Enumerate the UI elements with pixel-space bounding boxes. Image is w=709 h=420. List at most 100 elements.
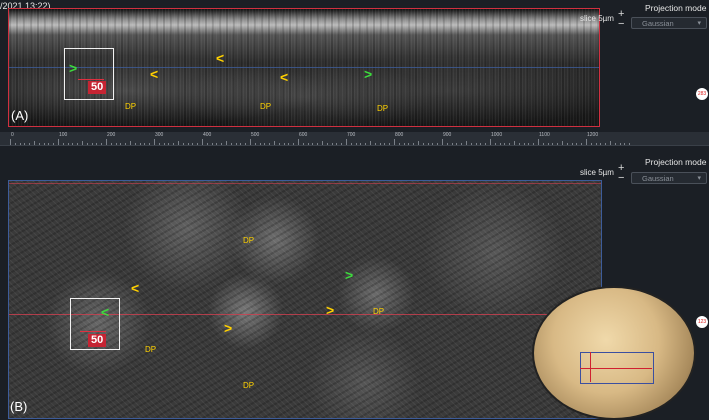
slice-index-badge[interactable]: 123: [696, 316, 708, 328]
projection-mode-value: Gaussian: [642, 19, 674, 28]
ruler-tick: [370, 141, 371, 145]
ruler-tick: [610, 141, 611, 145]
projection-mode-dropdown[interactable]: Gaussian ▾: [631, 172, 707, 184]
ruler-tick: [365, 143, 367, 145]
slice-decrease-button[interactable]: −: [618, 19, 624, 30]
scale-bar: [78, 79, 104, 80]
scan-horizontal-line: [580, 368, 652, 369]
ruler-tick: [322, 141, 323, 145]
ruler-tick: [523, 143, 525, 145]
chevron-down-icon: ▾: [697, 175, 701, 182]
ruler-tick: [586, 139, 587, 145]
ruler-tick: [581, 143, 583, 145]
ruler-tick: [182, 143, 184, 145]
ruler-tick: [43, 143, 45, 145]
ruler-tick: [192, 143, 194, 145]
ruler-label: 200: [107, 132, 116, 138]
ruler-label: 900: [443, 132, 452, 138]
ruler-tick: [269, 143, 271, 145]
ruler-label: 700: [347, 132, 356, 138]
ruler-tick: [360, 143, 362, 145]
ruler-tick: [331, 143, 333, 145]
dermoscopy-inset[interactable]: [532, 286, 696, 420]
ruler-tick: [504, 143, 506, 145]
ruler-tick: [413, 143, 415, 145]
dp-label: DP: [243, 381, 255, 390]
slice-decrease-button[interactable]: −: [618, 173, 624, 184]
ruler-tick: [547, 143, 549, 145]
ruler-tick: [91, 143, 93, 145]
ruler-tick: [288, 143, 290, 145]
ruler-tick: [384, 143, 386, 145]
dp-label: DP: [377, 104, 389, 113]
ruler-tick: [58, 139, 59, 145]
marker-arrow-yellow: >: [326, 302, 335, 318]
ruler-tick: [427, 143, 429, 145]
ruler-label: 800: [395, 132, 404, 138]
slice-index-badge[interactable]: 283: [696, 88, 708, 100]
ruler-label: 600: [299, 132, 308, 138]
ruler-tick: [590, 143, 592, 145]
ruler-tick: [490, 139, 491, 145]
ruler-tick: [67, 143, 69, 145]
ruler-tick: [101, 143, 103, 145]
ruler-tick: [278, 143, 280, 145]
ruler-tick: [293, 143, 295, 145]
ruler-tick: [619, 143, 621, 145]
ruler-tick: [158, 143, 160, 145]
ruler-tick: [38, 143, 40, 145]
ruler-tick: [72, 143, 74, 145]
ruler-label: 300: [155, 132, 164, 138]
projection-mode-title: Projection mode: [645, 3, 707, 13]
ruler-tick: [475, 143, 477, 145]
ruler-tick: [557, 143, 559, 145]
ruler-tick: [600, 143, 602, 145]
ruler-tick: [254, 143, 256, 145]
scale-label: 50: [88, 334, 107, 347]
ruler-tick: [106, 139, 107, 145]
slice-thickness-label: slice 5µm: [580, 168, 614, 177]
ruler-label: 0: [11, 132, 14, 138]
ruler-tick: [250, 139, 251, 145]
projection-mode-dropdown[interactable]: Gaussian ▾: [631, 17, 707, 29]
ruler-tick: [312, 143, 314, 145]
ruler-tick: [499, 143, 501, 145]
ruler-tick: [629, 143, 631, 145]
dp-label: DP: [373, 307, 385, 316]
ruler-tick: [10, 139, 11, 145]
ruler-tick: [173, 143, 175, 145]
ruler-tick: [494, 143, 496, 145]
ruler-tick: [480, 143, 482, 145]
scan-vertical-line: [590, 352, 591, 382]
ruler-tick: [96, 143, 98, 145]
ruler-tick: [302, 143, 304, 145]
ruler-tick: [230, 143, 232, 145]
ruler-tick: [307, 143, 309, 145]
panel-label-b: (B): [10, 399, 28, 414]
ruler-tick: [235, 143, 237, 145]
ruler-tick: [115, 143, 117, 145]
ruler-tick: [245, 143, 247, 145]
ruler-label: 1000: [491, 132, 503, 138]
marker-arrow-green: >: [345, 267, 354, 283]
ruler-tick: [571, 143, 573, 145]
ruler-tick: [446, 143, 448, 145]
marker-arrow-yellow: <: [131, 280, 140, 296]
marker-arrow-green: >: [69, 60, 78, 76]
slice-thickness-label: slice 5µm: [580, 14, 614, 23]
ruler-tick: [408, 143, 410, 145]
ruler-tick: [206, 143, 208, 145]
ruler-tick: [197, 143, 199, 145]
marker-arrow-yellow: <: [280, 69, 289, 85]
ruler-tick: [336, 143, 338, 145]
dp-label: DP: [260, 102, 272, 111]
scan-boundary-line: [9, 183, 601, 184]
ruler-tick: [317, 143, 319, 145]
ruler-tick: [432, 143, 434, 145]
ruler-tick: [187, 143, 189, 145]
ruler-tick: [514, 141, 515, 145]
ruler-tick: [178, 141, 179, 145]
marker-arrow-yellow: <: [216, 50, 225, 66]
ruler-tick: [82, 141, 83, 145]
ruler-tick: [470, 143, 472, 145]
